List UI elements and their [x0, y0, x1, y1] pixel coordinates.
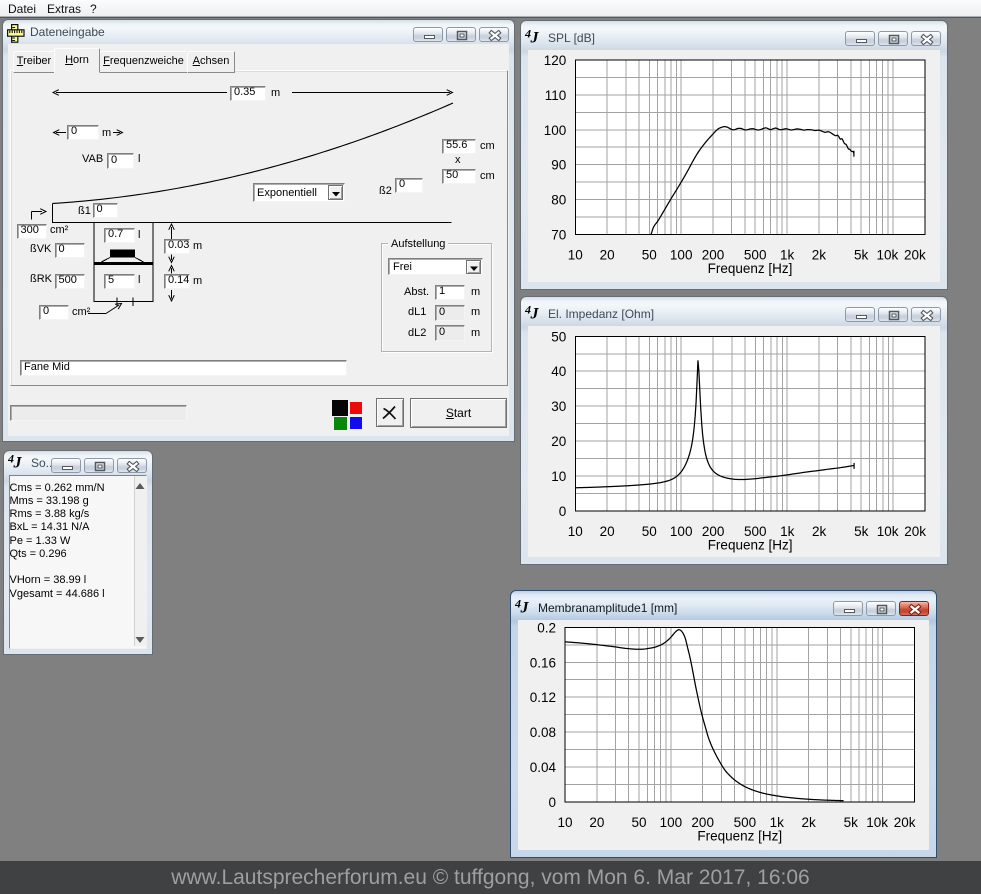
svg-text:100: 100	[660, 815, 683, 830]
svg-text:50: 50	[642, 248, 657, 263]
svg-text:5k: 5k	[844, 815, 859, 830]
svg-text:0.2: 0.2	[537, 620, 556, 635]
svg-text:100: 100	[670, 524, 693, 539]
svg-text:50: 50	[551, 329, 566, 344]
svg-text:40: 40	[551, 364, 566, 379]
svg-text:0.08: 0.08	[530, 725, 556, 740]
svg-text:100: 100	[544, 123, 567, 138]
svg-text:10: 10	[568, 524, 583, 539]
svg-text:100: 100	[670, 248, 693, 263]
svg-text:0.16: 0.16	[530, 655, 556, 670]
svg-text:70: 70	[551, 228, 566, 243]
svg-text:2k: 2k	[812, 524, 827, 539]
svg-text:5k: 5k	[854, 524, 869, 539]
svg-text:50: 50	[631, 815, 646, 830]
svg-text:0: 0	[559, 504, 567, 519]
svg-text:J: J	[13, 455, 23, 472]
svg-text:0.04: 0.04	[530, 760, 557, 775]
svg-text:Frequenz [Hz]: Frequenz [Hz]	[708, 537, 793, 552]
svg-text:J: J	[520, 600, 530, 617]
svg-text:20k: 20k	[904, 248, 926, 263]
svg-text:10k: 10k	[877, 248, 899, 263]
svg-text:20k: 20k	[904, 524, 926, 539]
svg-text:20: 20	[600, 524, 615, 539]
svg-text:Frequenz [Hz]: Frequenz [Hz]	[697, 828, 782, 843]
svg-text:0: 0	[548, 795, 556, 810]
svg-text:J: J	[530, 30, 540, 47]
svg-text:2k: 2k	[801, 815, 816, 830]
svg-text:J: J	[530, 306, 540, 323]
svg-text:90: 90	[551, 158, 566, 173]
svg-text:10: 10	[551, 469, 566, 484]
svg-text:20: 20	[589, 815, 604, 830]
svg-text:20: 20	[600, 248, 615, 263]
svg-text:120: 120	[544, 53, 567, 68]
svg-text:10: 10	[557, 815, 572, 830]
svg-text:5k: 5k	[854, 248, 869, 263]
svg-text:10: 10	[568, 248, 583, 263]
svg-text:2k: 2k	[812, 248, 827, 263]
svg-text:30: 30	[551, 399, 566, 414]
svg-text:110: 110	[545, 88, 567, 103]
svg-text:Frequenz [Hz]: Frequenz [Hz]	[708, 261, 793, 276]
svg-text:0.12: 0.12	[530, 690, 556, 705]
svg-text:10k: 10k	[866, 815, 888, 830]
svg-text:20k: 20k	[894, 815, 916, 830]
svg-text:20: 20	[551, 434, 566, 449]
svg-text:80: 80	[551, 193, 566, 208]
svg-text:50: 50	[642, 524, 657, 539]
svg-text:10k: 10k	[877, 524, 899, 539]
